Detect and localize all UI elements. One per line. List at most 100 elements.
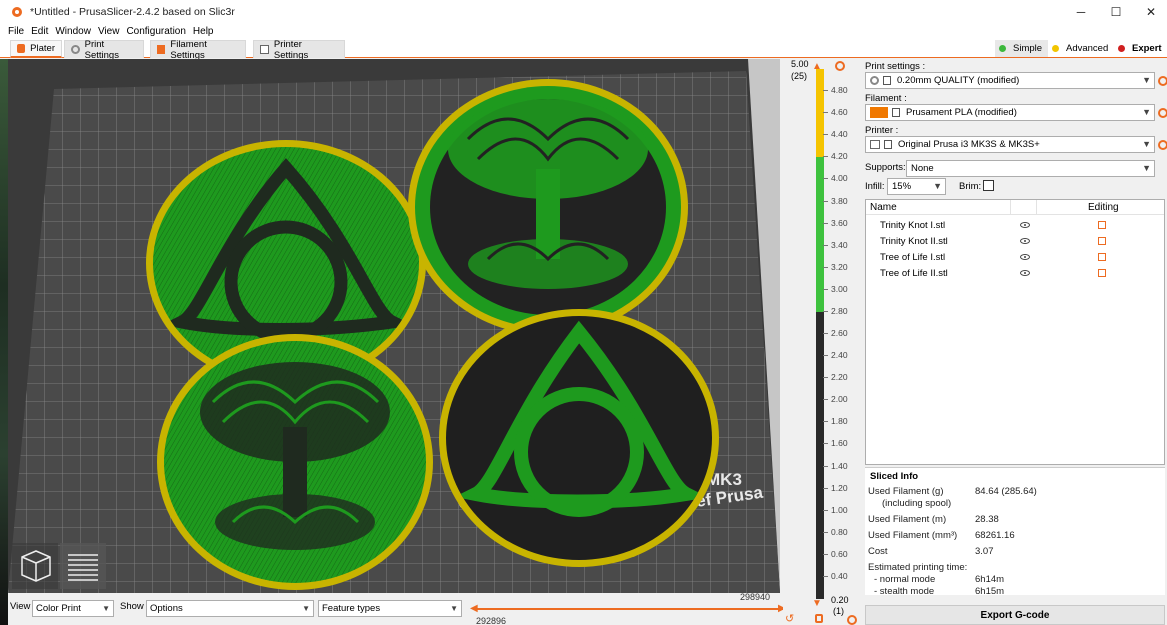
feature-types-select[interactable]: Feature types ▼ bbox=[318, 600, 462, 617]
chevron-down-icon: ▼ bbox=[1142, 75, 1151, 85]
layer-height-tick: 2.40 bbox=[823, 350, 848, 361]
feature-types-value: Feature types bbox=[322, 603, 381, 614]
layer-height-tick: 3.60 bbox=[823, 217, 848, 228]
chevron-down-icon: ▼ bbox=[933, 181, 942, 191]
layer-height-tick: 3.80 bbox=[823, 195, 848, 206]
close-button[interactable]: ✕ bbox=[1131, 0, 1167, 24]
column-name-header[interactable]: Name bbox=[870, 202, 897, 213]
filament-value: Prusament PLA (modified) bbox=[906, 107, 1017, 118]
column-divider bbox=[1036, 200, 1037, 215]
layer-color-bar[interactable] bbox=[816, 69, 824, 599]
layer-height-tick: 4.60 bbox=[823, 107, 848, 118]
tab-printer-settings[interactable]: Printer Settings bbox=[253, 39, 345, 61]
slider-settings-cog-icon[interactable] bbox=[835, 61, 845, 71]
view-type-select[interactable]: Color Print ▼ bbox=[32, 600, 114, 617]
eye-icon[interactable] bbox=[1020, 270, 1030, 276]
object-list[interactable]: Name Editing Trinity Knot I.stl Trinity … bbox=[865, 199, 1165, 465]
coaster-tree-of-life-2 bbox=[157, 334, 433, 590]
h-slider-max-label: 298940 bbox=[740, 592, 771, 602]
infill-value: 15% bbox=[892, 181, 912, 192]
eye-icon[interactable] bbox=[1020, 222, 1030, 228]
vertical-layer-slider[interactable]: 5.00 (25) ▲ ▼ 4.80 4.60 4.40 4.20 4.00 3.80 3.… bbox=[783, 59, 863, 625]
edit-icon[interactable] bbox=[1098, 221, 1106, 229]
layer-height-tick: 1.40 bbox=[823, 460, 848, 471]
sliced-info-title: Sliced Info bbox=[870, 471, 919, 482]
show-options-select[interactable]: Options ▼ bbox=[146, 600, 314, 617]
slider-upper-thumb[interactable]: ▲ bbox=[812, 61, 822, 72]
tab-plater-label: Plater bbox=[30, 43, 55, 54]
horizontal-slider-track[interactable] bbox=[474, 608, 784, 610]
lock-icon[interactable] bbox=[815, 614, 823, 623]
menu-edit[interactable]: Edit bbox=[31, 26, 48, 37]
menu-file[interactable]: File bbox=[8, 26, 24, 37]
maximize-button[interactable]: ☐ bbox=[1096, 0, 1136, 24]
supports-label: Supports: bbox=[865, 162, 906, 173]
supports-select[interactable]: None ▼ bbox=[906, 160, 1155, 177]
layer-height-tick: 1.20 bbox=[823, 482, 848, 493]
printer-label: Printer : bbox=[865, 125, 899, 136]
print-settings-cog-icon[interactable] bbox=[1158, 76, 1167, 86]
sliced-row-label: Cost bbox=[868, 546, 888, 557]
edit-icon[interactable] bbox=[1098, 253, 1106, 261]
mode-expert-button[interactable]: Expert bbox=[1114, 40, 1167, 57]
sliced-row-label: Estimated printing time: bbox=[868, 562, 968, 573]
brim-checkbox[interactable] bbox=[983, 180, 994, 191]
menu-window[interactable]: Window bbox=[55, 26, 91, 37]
plater-icon bbox=[17, 44, 26, 53]
chevron-down-icon: ▼ bbox=[450, 604, 458, 613]
column-divider bbox=[1010, 200, 1011, 215]
sliced-row-label: (including spool) bbox=[882, 498, 952, 509]
print-settings-select[interactable]: 0.20mm QUALITY (modified) ▼ bbox=[865, 72, 1155, 89]
layer-height-tick: 1.60 bbox=[823, 438, 848, 449]
eye-icon[interactable] bbox=[1020, 238, 1030, 244]
h-slider-left-thumb[interactable]: ◀ bbox=[470, 603, 478, 614]
object-name: Tree of Life I.stl bbox=[880, 252, 946, 263]
eye-icon[interactable] bbox=[1020, 254, 1030, 260]
undo-arrow-icon[interactable]: ↺ bbox=[785, 612, 794, 625]
printer-select[interactable]: Original Prusa i3 MK3S & MK3S+ ▼ bbox=[865, 136, 1155, 153]
tab-print-settings[interactable]: Print Settings bbox=[64, 39, 144, 61]
infill-select[interactable]: 15% ▼ bbox=[887, 178, 946, 195]
spool-icon bbox=[157, 45, 166, 54]
cog-icon[interactable] bbox=[847, 615, 857, 625]
print-settings-label: Print settings : bbox=[865, 61, 926, 72]
slider-top-layer: (25) bbox=[791, 71, 808, 81]
tab-filament-settings[interactable]: Filament Settings bbox=[150, 39, 246, 61]
edit-icon[interactable] bbox=[1098, 237, 1106, 245]
mode-simple-label: Simple bbox=[1013, 43, 1043, 54]
3d-preview-viewport[interactable]: MK3 Josef Prusa O bbox=[8, 59, 780, 593]
slider-top-value: 5.00 bbox=[791, 59, 809, 69]
layer-height-tick: 0.60 bbox=[823, 548, 848, 559]
mode-advanced-button[interactable]: Advanced bbox=[1048, 40, 1114, 57]
filament-color-swatch[interactable] bbox=[870, 107, 888, 118]
menu-configuration[interactable]: Configuration bbox=[126, 26, 185, 37]
menu-help[interactable]: Help bbox=[193, 26, 214, 37]
view-3d-cube-icon bbox=[12, 543, 58, 589]
object-name: Trinity Knot II.stl bbox=[880, 236, 948, 247]
filament-label: Filament : bbox=[865, 93, 907, 104]
desktop-background bbox=[0, 59, 8, 625]
export-gcode-button[interactable]: Export G-code bbox=[865, 605, 1165, 625]
coaster-tree-of-life-1 bbox=[408, 79, 688, 335]
expert-dot-icon bbox=[1118, 45, 1125, 52]
menu-view[interactable]: View bbox=[98, 26, 120, 37]
edit-icon[interactable] bbox=[1098, 269, 1106, 277]
layer-height-tick: 0.40 bbox=[823, 570, 848, 581]
filament-cog-icon[interactable] bbox=[1158, 108, 1167, 118]
filament-select[interactable]: Prusament PLA (modified) ▼ bbox=[865, 104, 1155, 121]
sliced-row-label: - normal mode bbox=[874, 574, 936, 585]
mode-simple-button[interactable]: Simple bbox=[995, 40, 1049, 57]
slider-lower-thumb[interactable]: ▼ bbox=[812, 598, 822, 609]
sliced-row-label: Used Filament (mm³) bbox=[868, 530, 958, 541]
mode-expert-label: Expert bbox=[1132, 43, 1162, 54]
layer-height-tick: 4.80 bbox=[823, 85, 848, 96]
tab-plater[interactable]: Plater bbox=[10, 40, 62, 58]
sidebar-panel: Print settings : 0.20mm QUALITY (modifie… bbox=[863, 59, 1167, 625]
minimize-button[interactable]: ─ bbox=[1061, 0, 1101, 24]
object-list-header: Name Editing bbox=[866, 200, 1164, 215]
column-editing-header[interactable]: Editing bbox=[1088, 202, 1119, 213]
sliced-row-value: 28.38 bbox=[975, 514, 999, 525]
layer-height-tick: 1.00 bbox=[823, 504, 848, 515]
supports-value: None bbox=[911, 163, 934, 174]
printer-cog-icon[interactable] bbox=[1158, 140, 1167, 150]
